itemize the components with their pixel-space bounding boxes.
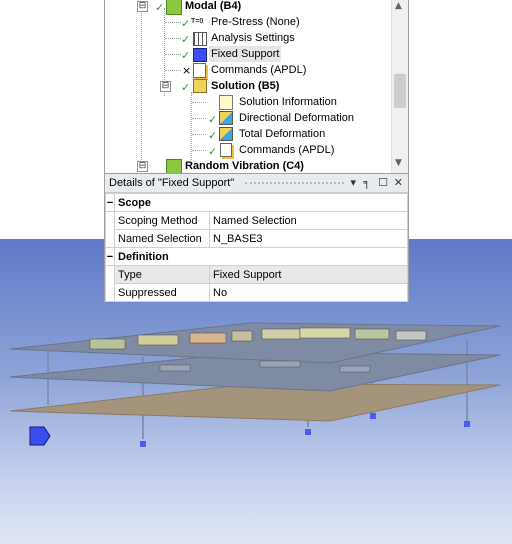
property-key: Named Selection [114, 229, 210, 248]
tree-item-label: Commands (APDL) [239, 144, 335, 156]
property-key: Scoping Method [114, 211, 210, 230]
maximize-icon[interactable]: ☐ [378, 174, 388, 192]
solution-icon [193, 79, 207, 93]
tree-item-label: Directional Deformation [239, 112, 354, 124]
tree-item-label: Pre-Stress (None) [211, 16, 300, 28]
solution-information-icon [219, 95, 233, 110]
tree-item-commands-apdl[interactable]: × Commands (APDL) [105, 62, 395, 78]
commands-icon [193, 63, 206, 78]
commands-icon [220, 143, 232, 157]
tree-item-solution-information[interactable]: Solution Information [105, 94, 395, 110]
tree-item-random-vibration[interactable]: ⊟ Random Vibration (C4) [105, 158, 395, 173]
tree-item-label: Total Deformation [239, 128, 326, 140]
property-value[interactable]: Fixed Support [209, 265, 408, 284]
property-row[interactable]: Scoping Method Named Selection [105, 211, 408, 230]
tree-item-total-deformation[interactable]: ✓ Total Deformation [105, 126, 395, 142]
tree-item-label: Modal (B4) [185, 0, 242, 12]
modal-analysis-icon [166, 0, 182, 15]
tree-scrollbar[interactable]: ▲ ▼ [391, 0, 408, 173]
tree-item-modal[interactable]: ⊟ ✓ Modal (B4) [105, 0, 395, 15]
tree-item-label: Analysis Settings [211, 32, 295, 44]
tree-item-commands-apdl-solution[interactable]: ✓ Commands (APDL) [105, 142, 395, 158]
details-grid: − Scope Scoping Method Named Selection N… [105, 193, 408, 302]
section-header-scope[interactable]: − Scope [105, 193, 408, 212]
dropdown-icon[interactable]: ▾ [350, 174, 356, 192]
property-row[interactable]: Suppressed No [105, 283, 408, 302]
pin-icon[interactable]: ╕ [363, 174, 370, 192]
tree-item-label: Solution (B5) [211, 80, 280, 92]
property-value[interactable]: N_BASE3 [209, 229, 408, 248]
property-row[interactable]: Type Fixed Support [105, 265, 408, 284]
property-row[interactable]: Named Selection N_BASE3 [105, 229, 408, 248]
collapse-icon[interactable]: ⊟ [160, 81, 171, 92]
section-label: Scope [114, 193, 408, 212]
tree-item-analysis-settings[interactable]: ✓ Analysis Settings [105, 30, 395, 46]
tree-item-pre-stress[interactable]: ✓ T=0 Pre-Stress (None) [105, 14, 395, 30]
details-header: Details of "Fixed Support" ▾ ╕ ☐ ✕ [105, 174, 408, 193]
collapse-icon[interactable]: ⊟ [137, 1, 148, 12]
property-value[interactable]: Named Selection [209, 211, 408, 230]
section-header-definition[interactable]: − Definition [105, 247, 408, 266]
property-key: Type [114, 265, 210, 284]
scroll-thumb[interactable] [394, 74, 406, 108]
deformation-icon [219, 127, 233, 141]
random-vibration-icon [166, 159, 182, 173]
close-icon[interactable]: ✕ [394, 174, 403, 192]
scroll-up-icon[interactable]: ▲ [395, 1, 402, 11]
scroll-down-icon[interactable]: ▼ [395, 158, 402, 168]
collapse-icon[interactable]: − [105, 247, 115, 266]
fixed-support-icon [193, 48, 207, 62]
property-key: Suppressed [114, 283, 210, 302]
deformation-icon [219, 111, 233, 125]
analysis-settings-icon [193, 32, 207, 46]
collapse-icon[interactable]: ⊟ [137, 161, 148, 172]
details-title: Details of "Fixed Support" [109, 177, 235, 189]
tree-item-label: Commands (APDL) [211, 64, 307, 76]
x-icon: × [182, 64, 192, 77]
collapse-icon[interactable]: − [105, 193, 115, 212]
section-label: Definition [114, 247, 408, 266]
outline-tree[interactable]: ⊟ ✓ Modal (B4) ✓ T=0 Pre-Stress (None) ✓… [104, 0, 409, 174]
tree-item-directional-deformation[interactable]: ✓ Directional Deformation [105, 110, 395, 126]
details-panel: Details of "Fixed Support" ▾ ╕ ☐ ✕ − Sco… [104, 173, 409, 302]
tree-item-label: Random Vibration (C4) [185, 160, 304, 172]
tree-item-solution[interactable]: ⊟ ✓ Solution (B5) [105, 78, 395, 94]
pre-stress-icon: T=0 [191, 18, 204, 25]
tree-item-fixed-support[interactable]: ✓ Fixed Support [105, 46, 395, 62]
tree-item-label: Solution Information [239, 96, 337, 108]
property-value[interactable]: No [209, 283, 408, 302]
tree-item-label: Fixed Support [209, 46, 282, 62]
